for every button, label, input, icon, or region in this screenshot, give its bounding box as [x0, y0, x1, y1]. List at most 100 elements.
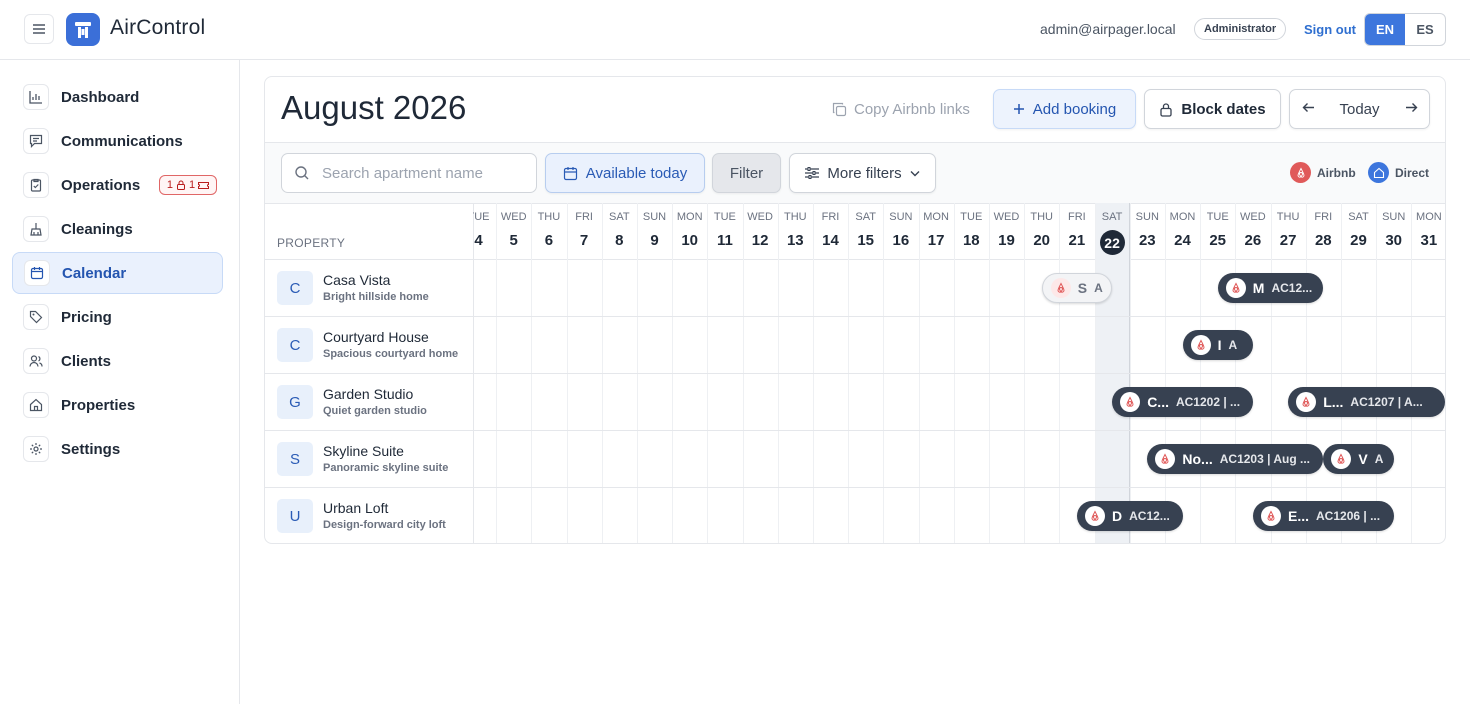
sidebar-item-dashboard[interactable]: Dashboard: [12, 76, 223, 118]
airbnb-icon: [1261, 506, 1281, 526]
day-of-week: FRI: [1068, 211, 1086, 223]
legend-direct-label: Direct: [1395, 165, 1430, 180]
sidebar-item-label: Dashboard: [61, 88, 140, 106]
add-booking-label: Add booking: [1032, 100, 1117, 118]
property-name[interactable]: Casa Vista: [323, 272, 390, 288]
day-of-week: WED: [993, 211, 1020, 223]
airbnb-icon: [1155, 449, 1176, 469]
day-of-week: MON: [676, 211, 703, 223]
chevron-down-icon: [910, 170, 920, 176]
day-header: FRI 28: [1306, 203, 1341, 259]
day-of-week: THU: [783, 211, 807, 223]
copy-icon: [832, 102, 847, 117]
sign-out-link[interactable]: Sign out: [1304, 22, 1356, 37]
language-en-button[interactable]: EN: [1365, 14, 1405, 45]
booking-bar[interactable]: D AC12...: [1077, 501, 1183, 531]
booking-bar[interactable]: SA: [1041, 273, 1113, 303]
day-of-month: 10: [681, 232, 699, 249]
property-avatar: G: [277, 385, 313, 419]
booking-bar[interactable]: IA: [1182, 330, 1253, 360]
airbnb-icon: [1085, 506, 1105, 526]
booking-bar[interactable]: No... AC1203 | Aug ...: [1147, 444, 1324, 474]
arrow-left-icon: [1302, 103, 1314, 112]
day-header: SAT 15: [848, 203, 883, 259]
day-of-week: SAT: [609, 211, 630, 223]
day-header: MON 31: [1411, 203, 1445, 259]
day-of-week: THU: [1276, 211, 1300, 223]
booking-bar[interactable]: M AC12...: [1217, 273, 1324, 303]
sidebar-item-operations[interactable]: Operations 1 1: [12, 164, 223, 206]
day-of-week: SAT: [855, 211, 876, 223]
property-avatar: U: [277, 499, 313, 533]
day-of-month: 23: [1138, 232, 1156, 249]
day-of-month: 8: [615, 232, 624, 249]
sidebar-item-cleanings[interactable]: Cleanings: [12, 208, 223, 250]
calendar-icon: [24, 260, 50, 286]
sidebar-item-pricing[interactable]: Pricing: [12, 296, 223, 338]
day-of-month: 18: [962, 232, 980, 249]
sidebar-item-properties[interactable]: Properties: [12, 384, 223, 426]
property-description: Design-forward city loft: [323, 519, 446, 531]
role-badge: Administrator: [1194, 18, 1287, 40]
language-switcher: EN ES: [1364, 13, 1446, 46]
app-logo[interactable]: [66, 13, 100, 46]
property-name[interactable]: Courtyard House: [323, 329, 429, 345]
airbnb-icon: [1290, 162, 1311, 183]
booking-bar[interactable]: L... AC1207 | A...: [1288, 387, 1445, 417]
day-of-week: WED: [1240, 211, 1266, 223]
more-filters-button[interactable]: More filters: [789, 153, 936, 193]
today-button[interactable]: Today: [1326, 101, 1393, 118]
sidebar-item-label: Cleanings: [61, 220, 133, 238]
search-input[interactable]: Search apartment name: [281, 153, 537, 193]
booking-bar[interactable]: E... AC1206 | ...: [1253, 501, 1394, 531]
filter-button[interactable]: Filter: [712, 153, 781, 193]
day-of-month: 5: [509, 232, 518, 249]
booking-guest: L...: [1323, 394, 1344, 410]
tag-icon: [23, 304, 49, 330]
booking-bar[interactable]: VA: [1323, 444, 1394, 474]
date-navigation: Today: [1289, 89, 1430, 129]
block-dates-button[interactable]: Block dates: [1144, 89, 1281, 129]
previous-month-button[interactable]: [1290, 100, 1326, 118]
copy-airbnb-links-button[interactable]: Copy Airbnb links: [832, 101, 970, 118]
day-of-week: TUE: [713, 211, 736, 223]
day-of-month: 14: [822, 232, 839, 249]
day-header: WED 19: [989, 203, 1024, 259]
day-of-week: FRI: [1314, 211, 1333, 223]
sidebar-item-calendar[interactable]: Calendar: [12, 252, 223, 294]
logo-icon: [75, 21, 91, 38]
sidebar: Dashboard Communications Operations 1 1 …: [0, 60, 240, 704]
day-of-month: 28: [1314, 232, 1332, 249]
calendar-grid: PROPERTY TUE 4 WED 5 THU 6 FRI 7 SAT 8 SUN 9 MON 10 TU…: [265, 203, 1445, 543]
booking-code: A: [1228, 338, 1238, 352]
property-name[interactable]: Skyline Suite: [323, 443, 404, 459]
legend-airbnb-label: Airbnb: [1317, 165, 1356, 180]
sidebar-item-clients[interactable]: Clients: [12, 340, 223, 382]
day-header: SAT 29: [1341, 203, 1376, 259]
add-booking-button[interactable]: Add booking: [993, 89, 1136, 129]
day-of-week: THU: [537, 211, 561, 223]
property-avatar: S: [277, 442, 313, 476]
property-name[interactable]: Garden Studio: [323, 386, 413, 402]
lock-icon: [177, 180, 185, 190]
property-name[interactable]: Urban Loft: [323, 500, 388, 516]
available-today-button[interactable]: Available today: [545, 153, 705, 193]
day-of-month: 6: [544, 232, 554, 249]
booking-code: A: [1374, 452, 1384, 466]
booking-code: AC12...: [1271, 281, 1313, 295]
day-header: FRI 21: [1059, 203, 1094, 259]
booking-guest: S: [1077, 280, 1088, 296]
language-es-button[interactable]: ES: [1405, 14, 1445, 45]
day-header: MON 24: [1165, 203, 1200, 259]
property-column-header: PROPERTY: [277, 236, 346, 250]
booking-code: AC1206 | ...: [1316, 509, 1381, 523]
sidebar-item-settings[interactable]: Settings: [12, 428, 223, 470]
next-month-button[interactable]: [1393, 100, 1429, 118]
booking-bar[interactable]: C... AC1202 | ...: [1112, 387, 1253, 417]
sidebar-item-communications[interactable]: Communications: [12, 120, 223, 162]
menu-toggle-button[interactable]: [24, 14, 54, 44]
day-header: MON 10: [672, 203, 707, 259]
day-of-month: 27: [1279, 232, 1297, 249]
booking-guest: M: [1252, 280, 1265, 296]
calendar-panel: August 2026 Copy Airbnb links Add bookin…: [264, 76, 1446, 544]
